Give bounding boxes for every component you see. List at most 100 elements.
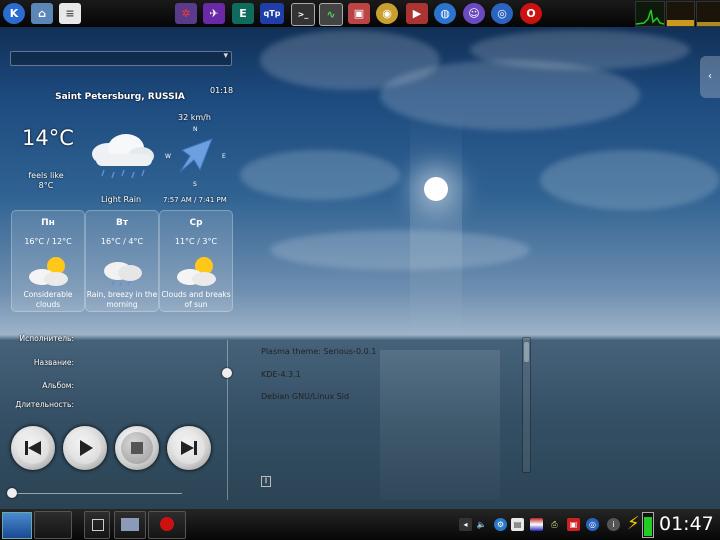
qtparted-icon[interactable]: qTp — [260, 3, 284, 24]
taskbar-task[interactable] — [84, 511, 110, 539]
taskbar-task[interactable] — [34, 511, 72, 539]
forecast-day-name: Вт — [115, 218, 129, 228]
keyboard-layout-icon[interactable] — [530, 518, 543, 531]
volume-icon[interactable]: 🔈 — [475, 518, 488, 531]
cpu-monitor-graph[interactable] — [635, 1, 665, 27]
notes-format-icon[interactable]: ∥ — [261, 476, 271, 487]
mathematica-icon[interactable]: ✲ — [175, 3, 197, 24]
home-folder-icon[interactable]: ⌂ — [31, 3, 53, 24]
digital-clock[interactable]: 01:47 — [659, 513, 714, 535]
kde-menu-icon[interactable]: K — [3, 3, 25, 24]
memory-graph-icon — [667, 20, 694, 26]
forecast-day-name: Пн — [41, 218, 55, 228]
scrollbar-thumb[interactable] — [524, 342, 529, 362]
terminal-icon[interactable]: >_ — [291, 3, 315, 26]
memory-monitor-graph[interactable] — [666, 1, 695, 27]
taskbar-task[interactable] — [114, 511, 146, 539]
stop-icon — [131, 442, 143, 454]
volume-slider-track[interactable] — [227, 340, 228, 500]
media-player-icon[interactable]: ▶ — [406, 3, 428, 24]
stop-button[interactable] — [115, 426, 159, 470]
earth-browser-icon[interactable]: ◍ — [434, 3, 456, 24]
note-line[interactable]: KDE-4.3.1 — [261, 370, 301, 379]
file-manager-icon — [121, 518, 139, 531]
network-icon[interactable]: ◎ — [586, 518, 599, 531]
cpu-graph-icon — [636, 9, 664, 25]
current-temperature: 14°C — [22, 126, 74, 150]
info-icon[interactable]: i — [607, 518, 620, 531]
album-label: Альбом: — [42, 381, 74, 390]
forecast-temps: 16°C / 12°C — [24, 237, 72, 246]
clipboard-icon[interactable]: ▤ — [511, 518, 524, 531]
sun — [424, 177, 448, 201]
desktop-preview-icon[interactable] — [2, 512, 32, 539]
panel-toolbox-handle[interactable]: ‹ — [700, 56, 720, 98]
weather-location: Saint Petersburg, RUSSIA — [55, 92, 185, 102]
battery-icon[interactable] — [642, 512, 654, 538]
compass-south: S — [193, 181, 197, 188]
forecast-day: Вт 16°C / 4°C Rain, breezy in the mornin… — [85, 210, 159, 312]
network-monitor-graph[interactable] — [696, 1, 720, 27]
next-button[interactable] — [167, 426, 211, 470]
package-manager-icon[interactable]: ▣ — [348, 3, 370, 24]
forecast-description: Rain, breezy in the morning — [86, 290, 158, 309]
previous-button[interactable] — [11, 426, 55, 470]
wallpaper-cloud — [240, 150, 400, 200]
cd-burner-icon[interactable]: ◉ — [376, 3, 398, 24]
system-monitor-icon[interactable]: ∿ — [319, 3, 343, 26]
battery-level — [644, 517, 652, 536]
compass-north: N — [193, 126, 198, 133]
forecast-temps: 11°C / 3°C — [174, 237, 218, 246]
compass-west: W — [165, 153, 171, 160]
network-graph-icon — [697, 22, 720, 26]
power-icon[interactable]: ⚡ — [627, 512, 641, 536]
partly-cloudy-icon — [29, 257, 68, 286]
forecast-day: Пн 16°C / 12°C Considerable clouds — [11, 210, 85, 312]
weather-time: 01:18 — [210, 86, 234, 95]
sun-reflection — [380, 350, 500, 500]
instant-messenger-icon[interactable]: ☺ — [463, 3, 485, 24]
skip-back-icon — [25, 441, 41, 455]
forecast-description: Clouds and breaks of sun — [161, 290, 231, 309]
seek-slider-handle[interactable] — [7, 488, 17, 498]
skip-forward-icon — [181, 441, 197, 455]
chevron-down-icon: ▾ — [223, 51, 228, 61]
location-select[interactable]: ▾ — [10, 51, 232, 66]
emacs-icon[interactable]: E — [232, 3, 254, 24]
sun-ray — [410, 110, 462, 340]
printer-icon[interactable]: ⎙ — [548, 518, 561, 531]
note-line[interactable]: Plasma theme: Serious-0.0.1 — [261, 347, 376, 356]
duration-label: Длительность: — [15, 400, 74, 409]
opera-icon[interactable]: O — [520, 3, 542, 24]
wind-speed: 32 km/h — [178, 113, 211, 122]
partly-cloudy-icon — [177, 257, 216, 286]
volume-slider-handle[interactable] — [222, 368, 232, 378]
kmix-icon[interactable]: ▣ — [567, 518, 580, 531]
text-editor-icon[interactable]: ≡ — [59, 3, 81, 24]
expand-arrow-icon[interactable]: ◂ — [459, 518, 472, 531]
taskbar-task[interactable] — [148, 511, 186, 539]
bird-icon[interactable]: ✈ — [203, 3, 225, 24]
top-panel: K ⌂ ≡ ✲ ✈ E qTp >_ ∿ ▣ ◉ ▶ ◍ ☺ ◎ O — [0, 0, 720, 27]
device-notifier-icon[interactable]: ⚙ — [494, 518, 507, 531]
note-line[interactable]: Debian GNU/Linux Sid — [261, 392, 349, 401]
feels-like-temperature: feels like 8°C — [28, 171, 64, 190]
sunrise-sunset: 7:57 AM / 7:41 PM — [163, 196, 227, 204]
window-icon — [92, 519, 104, 531]
opera-icon — [160, 517, 174, 531]
light-rain-icon — [92, 134, 154, 179]
forecast-description: Considerable clouds — [23, 290, 73, 309]
weather-condition: Light Rain — [100, 195, 142, 204]
wind-direction-arrow-icon — [179, 138, 213, 173]
wallpaper-cloud — [470, 30, 690, 70]
web-browser-icon[interactable]: ◎ — [491, 3, 513, 24]
wallpaper-cloud — [540, 150, 720, 210]
rain-cloud-icon — [104, 262, 142, 287]
wallpaper-cloud — [270, 230, 530, 270]
forecast-temps: 16°C / 4°C — [100, 237, 144, 246]
compass-east: E — [222, 153, 226, 160]
play-button[interactable] — [63, 426, 107, 470]
seek-slider-track[interactable] — [12, 493, 182, 494]
title-label: Название: — [33, 358, 74, 367]
notes-scrollbar[interactable] — [522, 337, 531, 473]
